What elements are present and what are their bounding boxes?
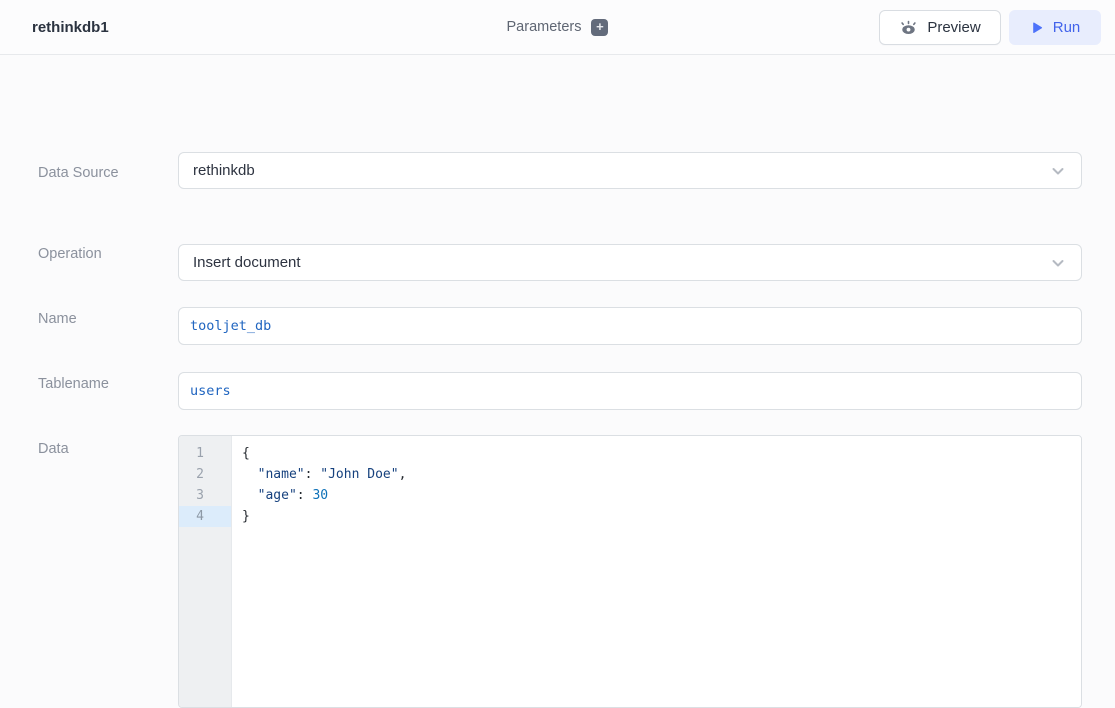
operation-value: Insert document	[193, 254, 1049, 271]
line-number: 1	[179, 443, 231, 464]
line-number: 3	[179, 485, 231, 506]
preview-button-label: Preview	[927, 19, 980, 36]
tablename-input-value: users	[190, 383, 231, 399]
code-line: "age": 30	[242, 485, 1081, 506]
editor-gutter: 1234	[179, 436, 232, 707]
data-source-select[interactable]: rethinkdb	[178, 152, 1082, 189]
query-editor-form: Data Source rethinkdb Operation Insert d…	[0, 55, 1115, 671]
operation-label: Operation	[38, 246, 102, 262]
run-button-label: Run	[1053, 19, 1081, 36]
data-source-label: Data Source	[38, 165, 119, 181]
eye-icon	[899, 20, 918, 36]
operation-select[interactable]: Insert document	[178, 244, 1082, 281]
preview-button[interactable]: Preview	[879, 10, 1001, 45]
data-label: Data	[38, 441, 69, 457]
code-line: }	[242, 506, 1081, 527]
code-line: {	[242, 443, 1081, 464]
parameters-label: Parameters	[507, 19, 582, 35]
chevron-down-icon	[1049, 254, 1067, 272]
code-line: "name": "John Doe",	[242, 464, 1081, 485]
play-icon	[1030, 21, 1044, 35]
add-parameter-button[interactable]: +	[591, 19, 608, 36]
line-number: 2	[179, 464, 231, 485]
data-source-value: rethinkdb	[193, 162, 1049, 179]
line-number: 4	[179, 506, 231, 527]
tablename-input[interactable]: users	[178, 372, 1082, 410]
editor-content[interactable]: { "name": "John Doe", "age": 30}	[232, 436, 1081, 707]
parameters-section: Parameters +	[507, 19, 609, 36]
name-input[interactable]: tooljet_db	[178, 307, 1082, 345]
query-title: rethinkdb1	[32, 19, 109, 36]
tablename-label: Tablename	[38, 376, 109, 392]
name-label: Name	[38, 311, 77, 327]
name-input-value: tooljet_db	[190, 318, 271, 334]
code-editor[interactable]: 1234 { "name": "John Doe", "age": 30}	[178, 435, 1082, 708]
run-button[interactable]: Run	[1009, 10, 1101, 45]
chevron-down-icon	[1049, 162, 1067, 180]
header-actions: Preview Run	[879, 10, 1101, 45]
query-header: rethinkdb1 Parameters + Preview	[0, 0, 1115, 55]
plus-icon: +	[596, 19, 604, 34]
